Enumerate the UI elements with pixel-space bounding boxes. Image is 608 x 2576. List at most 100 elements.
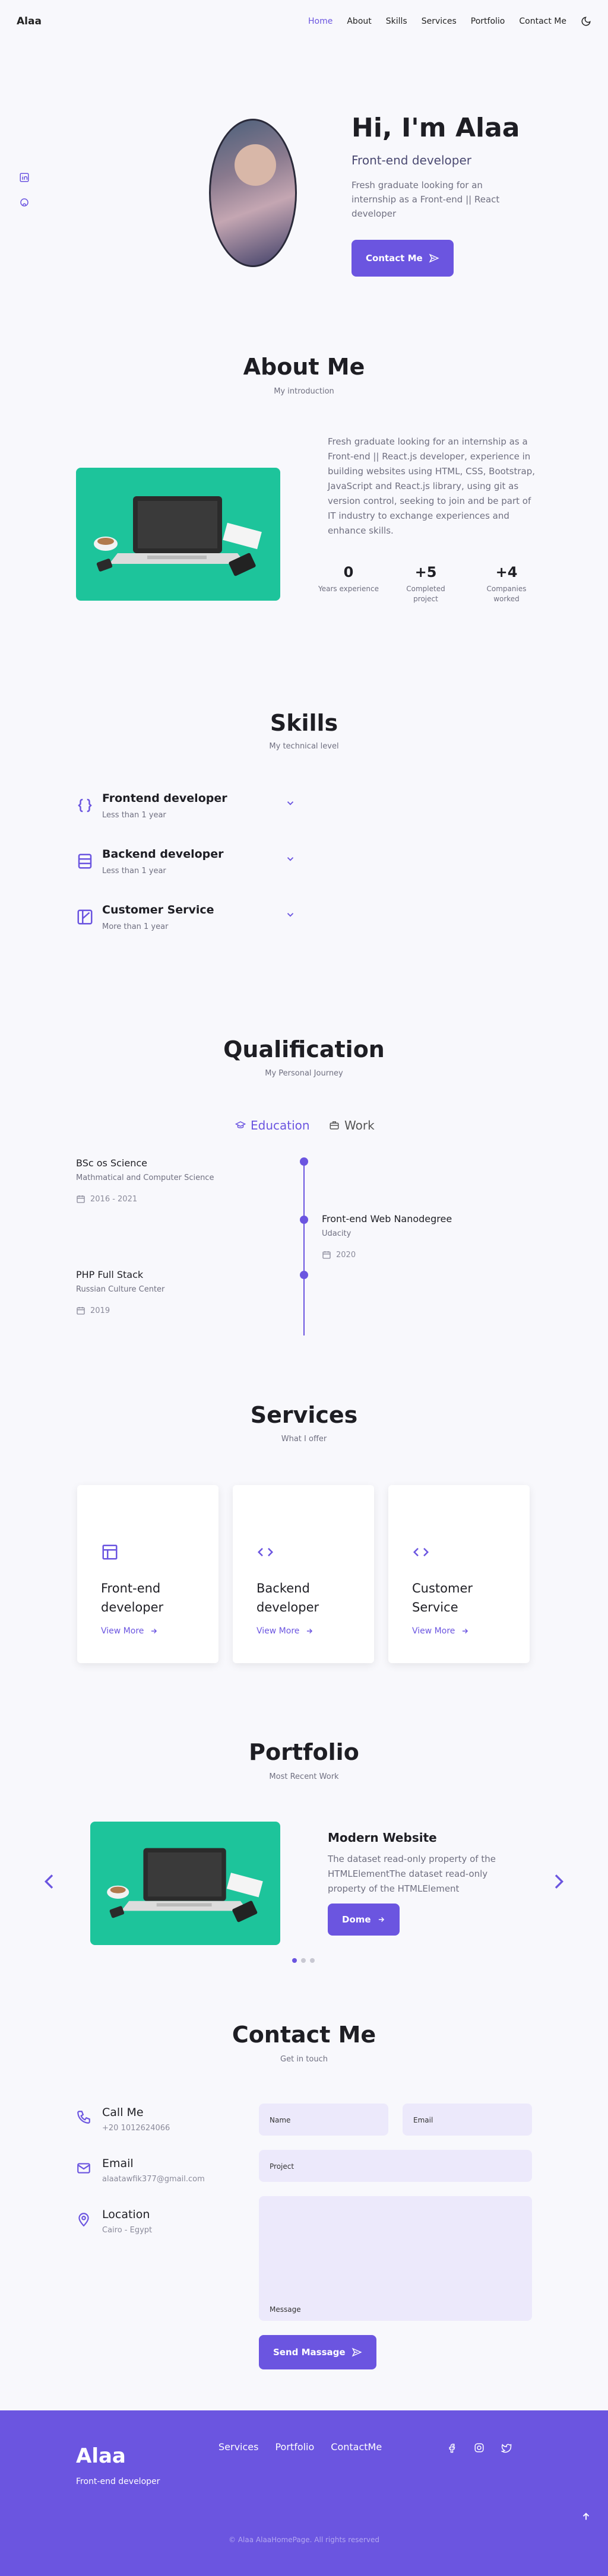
footer-role: Front-end developer <box>76 2477 160 2486</box>
view-more-label: View More <box>412 1626 455 1636</box>
view-more-link[interactable]: View More <box>256 1626 314 1636</box>
project-description: The dataset read-only property of the HT… <box>328 1854 496 1894</box>
qualification-item-title: PHP Full Stack <box>76 1269 144 1280</box>
view-more-link[interactable]: View More <box>101 1626 158 1636</box>
moon-icon[interactable] <box>581 16 591 27</box>
view-more-link[interactable]: View More <box>412 1626 469 1636</box>
services-title: Services <box>250 1402 358 1428</box>
hero-title: Hi, I'm Alaa <box>352 113 520 143</box>
project-field-label: Project <box>270 2162 294 2171</box>
qualification-item-place: Udacity <box>322 1229 352 1238</box>
send-message-button[interactable]: Send Massage <box>259 2335 376 2369</box>
calendar-icon <box>77 1307 85 1315</box>
instagram-icon[interactable] <box>474 2442 484 2453</box>
briefcase-icon <box>330 1121 339 1130</box>
project-title: Modern Website <box>328 1831 437 1845</box>
footer-logo: Alaa <box>76 2444 126 2468</box>
carousel-dot[interactable] <box>310 1958 315 1963</box>
code-icon <box>413 1547 429 1557</box>
skill-frontend[interactable]: Frontend developer Less than 1 year <box>76 792 296 827</box>
stat-companies-label: Companies worked <box>486 585 527 603</box>
footer-link-portfolio[interactable]: Portfolio <box>275 2441 314 2453</box>
message-field[interactable]: Message <box>259 2196 532 2321</box>
nav-home[interactable]: Home <box>308 17 332 26</box>
footer-social <box>446 2442 512 2453</box>
nav-about[interactable]: About <box>347 17 371 26</box>
footer-link-services[interactable]: Services <box>218 2441 258 2453</box>
send-icon <box>352 2347 362 2357</box>
name-field[interactable]: Name <box>259 2104 388 2136</box>
tab-work[interactable]: Work <box>329 1118 375 1132</box>
hero-subtitle: Front-end developer <box>352 153 471 167</box>
chevron-right-icon[interactable] <box>549 1872 568 1891</box>
chevron-down-icon[interactable] <box>285 909 296 920</box>
carousel-dot[interactable] <box>301 1958 306 1963</box>
chevron-down-icon[interactable] <box>285 854 296 864</box>
skill-customer-service-name: Customer Service <box>102 903 214 916</box>
github-icon[interactable] <box>19 197 30 208</box>
phone-icon <box>77 2111 90 2124</box>
stat-years-number: 0 <box>343 564 354 580</box>
nav-skills[interactable]: Skills <box>386 17 407 26</box>
portfolio-image <box>90 1822 280 1945</box>
nav-portfolio[interactable]: Portfolio <box>471 17 505 26</box>
qualification-item-date: 2019 <box>90 1306 110 1315</box>
stat-years-label: Years experience <box>318 585 379 593</box>
twitter-icon[interactable] <box>501 2442 512 2453</box>
timeline-line <box>303 1161 305 1335</box>
email-field[interactable]: Email <box>403 2104 532 2136</box>
contact-location-title: Location <box>102 2208 150 2221</box>
contact-title: Contact Me <box>232 2022 376 2048</box>
skill-frontend-name: Frontend developer <box>102 792 227 805</box>
main-nav: Home About Skills Services Portfolio Con… <box>308 16 591 27</box>
braces-icon <box>78 798 92 813</box>
qualification-title: Qualification <box>223 1036 385 1062</box>
qualification-item-date: 2016 - 2021 <box>90 1194 138 1204</box>
site-logo[interactable]: Alaa <box>17 15 42 27</box>
facebook-icon[interactable] <box>446 2442 457 2453</box>
email-field-label: Email <box>413 2116 433 2124</box>
contact-me-button[interactable]: Contact Me <box>352 240 454 277</box>
qualification-subtitle: My Personal Journey <box>265 1069 343 1078</box>
chevron-down-icon[interactable] <box>285 798 296 808</box>
services-subtitle: What I offer <box>281 1435 327 1444</box>
footer: Alaa Front-end developer Services Portfo… <box>0 2410 608 2576</box>
linkedin-icon[interactable] <box>19 172 30 183</box>
tab-education[interactable]: Education <box>235 1118 310 1132</box>
service-card: Backend developer View More <box>233 1485 374 1663</box>
laptop-illustration <box>107 1848 263 1923</box>
send-icon <box>429 253 439 263</box>
about-image <box>76 468 280 601</box>
about-description: Fresh graduate looking for an internship… <box>328 436 536 536</box>
mail-icon <box>77 2163 90 2174</box>
qualification-item: PHP Full Stack Russian Culture Center 20… <box>76 1269 164 1315</box>
arrow-up-icon[interactable] <box>581 2511 591 2522</box>
contact-subtitle: Get in touch <box>280 2055 328 2064</box>
demo-label: Dome <box>342 1914 371 1925</box>
social-links <box>19 172 30 208</box>
stat-companies: +4 Companies worked <box>474 564 539 604</box>
project-field[interactable]: Project <box>259 2150 532 2182</box>
qualification-item: BSc os Science Mathmatical and Computer … <box>76 1157 214 1204</box>
nav-contact[interactable]: Contact Me <box>519 17 566 26</box>
contact-me-label: Contact Me <box>366 253 423 264</box>
nav-services[interactable]: Services <box>422 17 457 26</box>
service-card: Front-end developer View More <box>77 1485 218 1663</box>
stat-projects-label: Completed project <box>406 585 445 603</box>
laptop-illustration <box>94 496 262 576</box>
tab-education-label: Education <box>251 1118 310 1132</box>
demo-button[interactable]: Dome <box>328 1904 400 1936</box>
tab-work-label: Work <box>344 1118 375 1132</box>
footer-link-contact[interactable]: ContactMe <box>331 2441 382 2453</box>
skill-backend[interactable]: Backend developer Less than 1 year <box>76 848 296 883</box>
timeline-dot <box>300 1216 308 1224</box>
qualification-item-title: BSc os Science <box>76 1157 147 1169</box>
skill-customer-service[interactable]: Customer Service More than 1 year <box>76 903 296 939</box>
code-icon <box>257 1547 274 1557</box>
send-message-label: Send Massage <box>273 2347 346 2358</box>
name-field-label: Name <box>270 2116 291 2124</box>
skill-backend-name: Backend developer <box>102 848 224 861</box>
carousel-dot-active[interactable] <box>292 1958 297 1963</box>
chevron-left-icon[interactable] <box>40 1872 59 1891</box>
service-name: Customer Service <box>412 1581 473 1614</box>
